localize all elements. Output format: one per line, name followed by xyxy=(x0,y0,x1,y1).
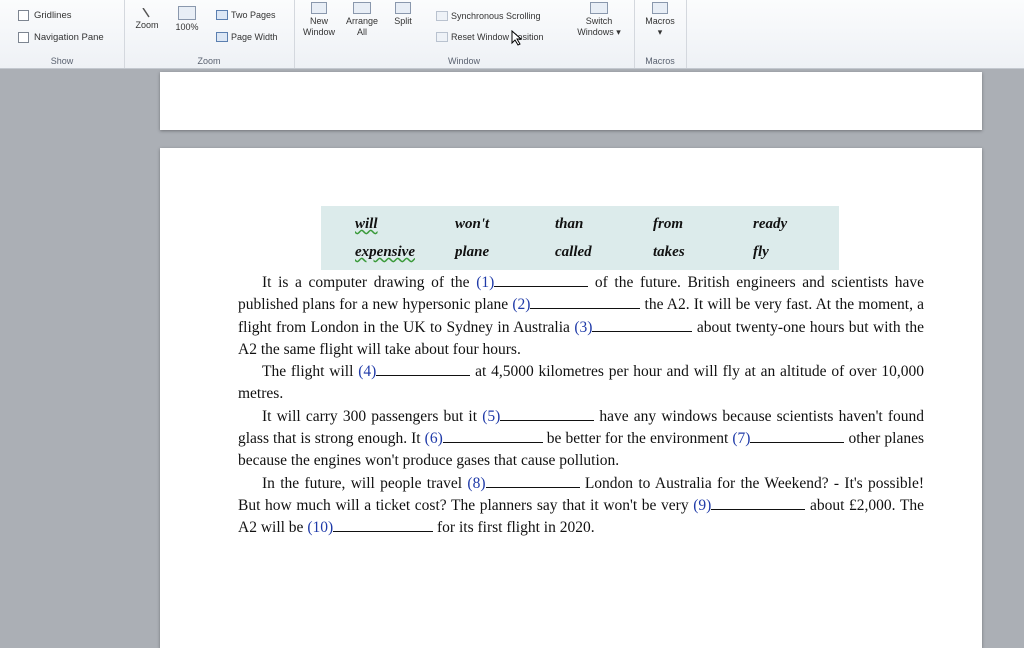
two-pages-icon xyxy=(216,10,228,20)
paragraph-4: In the future, will people travel (8) Lo… xyxy=(238,473,924,540)
paragraph-2: The flight will (4) at 4,5000 kilometres… xyxy=(238,361,924,406)
word-bank-item: won't xyxy=(455,216,490,232)
split-button[interactable]: Split xyxy=(388,2,418,27)
gridlines-check[interactable] xyxy=(18,10,29,21)
document-page[interactable]: will won't than from ready expensive pla… xyxy=(160,148,982,648)
two-pages-label: Two Pages xyxy=(231,10,276,20)
blank-number-1: (1) xyxy=(476,274,495,291)
word-bank-item: will xyxy=(355,216,378,232)
answer-blank-3[interactable] xyxy=(592,317,693,332)
macros-button-label: Macros xyxy=(645,16,675,26)
split-icon xyxy=(395,2,411,14)
hundred-percent-icon xyxy=(178,6,196,20)
navigation-pane-check[interactable] xyxy=(18,32,29,43)
reset-window-position-label: Reset Window Position xyxy=(451,32,544,42)
synchronous-scrolling-icon xyxy=(436,11,448,21)
word-bank-item: called xyxy=(555,244,592,260)
switch-windows-label-1: Switch xyxy=(585,16,613,26)
text-run: be better for the environment xyxy=(542,430,733,448)
reset-window-position-button[interactable]: Reset Window Position xyxy=(436,32,544,42)
text-run: In the future, will people travel xyxy=(262,474,468,492)
navigation-pane-checkbox[interactable]: Navigation Pane xyxy=(18,32,104,43)
text-run: The flight will xyxy=(262,363,359,381)
switch-windows-label-2: Windows xyxy=(577,27,614,37)
blank-number-6: (6) xyxy=(424,430,443,448)
word-bank-item: from xyxy=(653,216,683,232)
macros-group: Macros ▾ Macros xyxy=(634,0,687,68)
zoom-button-label: Zoom xyxy=(135,20,159,30)
show-group-label: Show xyxy=(50,56,74,66)
word-bank-item: than xyxy=(555,216,584,232)
exercise-text: It is a computer drawing of the (1) of t… xyxy=(238,272,924,540)
two-pages-button[interactable]: Two Pages xyxy=(216,10,276,20)
word-bank-item: plane xyxy=(455,244,490,260)
magnifier-icon xyxy=(132,7,162,20)
hundred-percent-button[interactable]: 100% xyxy=(172,6,202,33)
page-width-button[interactable]: Page Width xyxy=(216,32,278,42)
blank-number-9: (9) xyxy=(693,496,712,514)
text-run: It is a computer drawing of the xyxy=(262,274,477,291)
blank-number-5: (5) xyxy=(482,407,501,425)
text-run: for its first flight in 2020. xyxy=(433,519,595,537)
answer-blank-8[interactable] xyxy=(485,473,580,488)
answer-blank-4[interactable] xyxy=(376,361,471,377)
window-group: New Window Arrange All Split Synchronous… xyxy=(294,0,635,68)
blank-number-10: (10) xyxy=(307,519,334,537)
text-run: It will carry 300 passengers but it xyxy=(262,407,483,425)
answer-blank-7[interactable] xyxy=(750,428,845,444)
synchronous-scrolling-button[interactable]: Synchronous Scrolling xyxy=(436,11,541,21)
zoom-button[interactable]: Zoom xyxy=(132,7,162,31)
chevron-down-icon: ▾ xyxy=(613,27,621,37)
gridlines-label: Gridlines xyxy=(34,10,72,21)
mouse-cursor-icon xyxy=(511,30,523,46)
page-width-label: Page Width xyxy=(231,32,278,42)
new-window-icon xyxy=(311,2,327,14)
switch-windows-button[interactable]: Switch Windows ▾ xyxy=(574,2,624,38)
ribbon: Gridlines Navigation Pane Show Zoom 100%… xyxy=(0,0,1024,69)
previous-page xyxy=(160,72,982,130)
arrange-all-button[interactable]: Arrange All xyxy=(340,2,384,38)
word-bank: will won't than from ready expensive pla… xyxy=(321,206,839,270)
new-window-label-2: Window xyxy=(302,27,335,37)
reset-window-position-icon xyxy=(436,32,448,42)
blank-number-2: (2) xyxy=(512,296,531,314)
gridlines-checkbox[interactable]: Gridlines xyxy=(18,10,72,21)
answer-blank-5[interactable] xyxy=(500,406,595,421)
blank-number-3: (3) xyxy=(574,318,593,336)
blank-number-4: (4) xyxy=(358,363,377,381)
answer-blank-10[interactable] xyxy=(333,517,434,533)
paragraph-3: It will carry 300 passengers but it (5) … xyxy=(238,406,924,473)
macros-button[interactable]: Macros ▾ xyxy=(638,2,682,38)
split-label: Split xyxy=(394,16,412,26)
show-group: Gridlines Navigation Pane Show xyxy=(0,0,125,68)
word-bank-item: ready xyxy=(753,216,788,232)
switch-windows-icon xyxy=(590,2,608,14)
answer-blank-9[interactable] xyxy=(711,495,806,510)
paragraph-1: It is a computer drawing of the (1) of t… xyxy=(238,272,924,361)
chevron-down-icon: ▾ xyxy=(657,27,663,37)
zoom-group-label: Zoom xyxy=(197,56,221,66)
page-width-icon xyxy=(216,32,228,42)
new-window-button[interactable]: New Window xyxy=(298,2,340,38)
navigation-pane-label: Navigation Pane xyxy=(34,32,104,43)
synchronous-scrolling-label: Synchronous Scrolling xyxy=(451,11,541,21)
zoom-group: Zoom 100% Two Pages Page Width Zoom xyxy=(124,0,295,68)
macros-group-label: Macros xyxy=(645,56,675,66)
new-window-label-1: New xyxy=(309,16,328,26)
blank-number-7: (7) xyxy=(732,430,751,448)
window-group-label: Window xyxy=(447,56,480,66)
answer-blank-2[interactable] xyxy=(530,294,641,310)
arrange-all-label-1: Arrange xyxy=(345,16,379,26)
macros-icon xyxy=(652,2,668,14)
arrange-all-icon xyxy=(353,2,371,14)
word-bank-item: takes xyxy=(653,244,685,260)
answer-blank-6[interactable] xyxy=(442,428,543,444)
word-bank-item: expensive xyxy=(355,244,415,260)
blank-number-8: (8) xyxy=(467,474,486,492)
arrange-all-label-2: All xyxy=(356,27,367,37)
hundred-percent-label: 100% xyxy=(175,22,199,32)
answer-blank-1[interactable] xyxy=(494,272,589,287)
word-bank-item: fly xyxy=(753,244,769,260)
